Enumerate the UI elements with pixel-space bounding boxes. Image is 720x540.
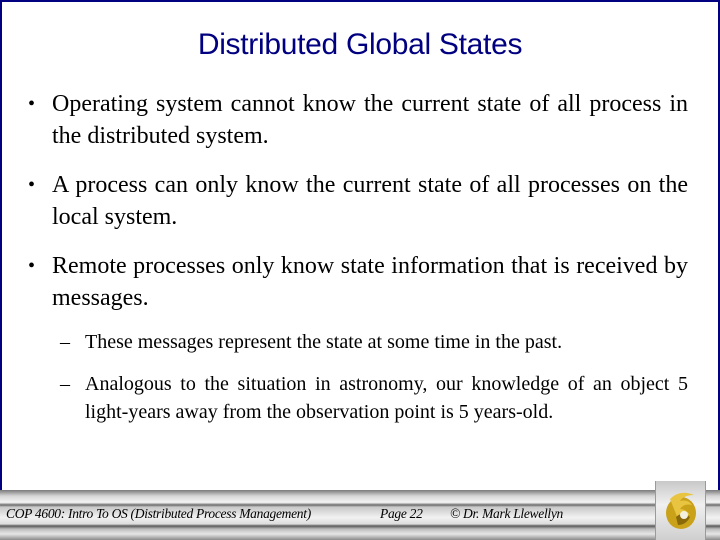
logo-box: [655, 481, 706, 540]
sub-bullet-text: These messages represent the state at so…: [85, 331, 563, 353]
sub-bullet-text: Analogous to the situation in astronomy,…: [85, 373, 688, 423]
sub-bullet-mark: –: [60, 331, 70, 353]
sub-bullet-mark: –: [60, 373, 70, 395]
slide: Distributed Global States • Operating sy…: [0, 0, 720, 540]
footer-page-number: Page 22: [380, 506, 423, 521]
bullet-mark: •: [28, 255, 36, 277]
pegasus-logo-icon: [666, 492, 696, 529]
bullet-item: • A process can only know the current st…: [24, 169, 688, 233]
sub-bullet-item: – Analogous to the situation in astronom…: [24, 370, 688, 426]
bullet-item: • Operating system cannot know the curre…: [24, 88, 688, 152]
bullet-mark: •: [28, 93, 36, 115]
bullet-item: • Remote processes only know state infor…: [24, 250, 688, 314]
bullet-text: A process can only know the current stat…: [52, 172, 688, 230]
footer-bar-end: [706, 490, 720, 540]
slide-title: Distributed Global States: [197, 28, 523, 61]
footer-course: COP 4600: Intro To OS (Distributed Proce…: [6, 506, 311, 521]
sub-bullet-item: – These messages represent the state at …: [24, 328, 688, 356]
bullet-text: Operating system cannot know the current…: [52, 91, 688, 149]
footer-copyright: © Dr. Mark Llewellyn: [450, 506, 563, 521]
bullet-text: Remote processes only know state informa…: [52, 253, 688, 311]
bullet-list: • Operating system cannot know the curre…: [24, 88, 688, 440]
bullet-mark: •: [28, 174, 36, 196]
